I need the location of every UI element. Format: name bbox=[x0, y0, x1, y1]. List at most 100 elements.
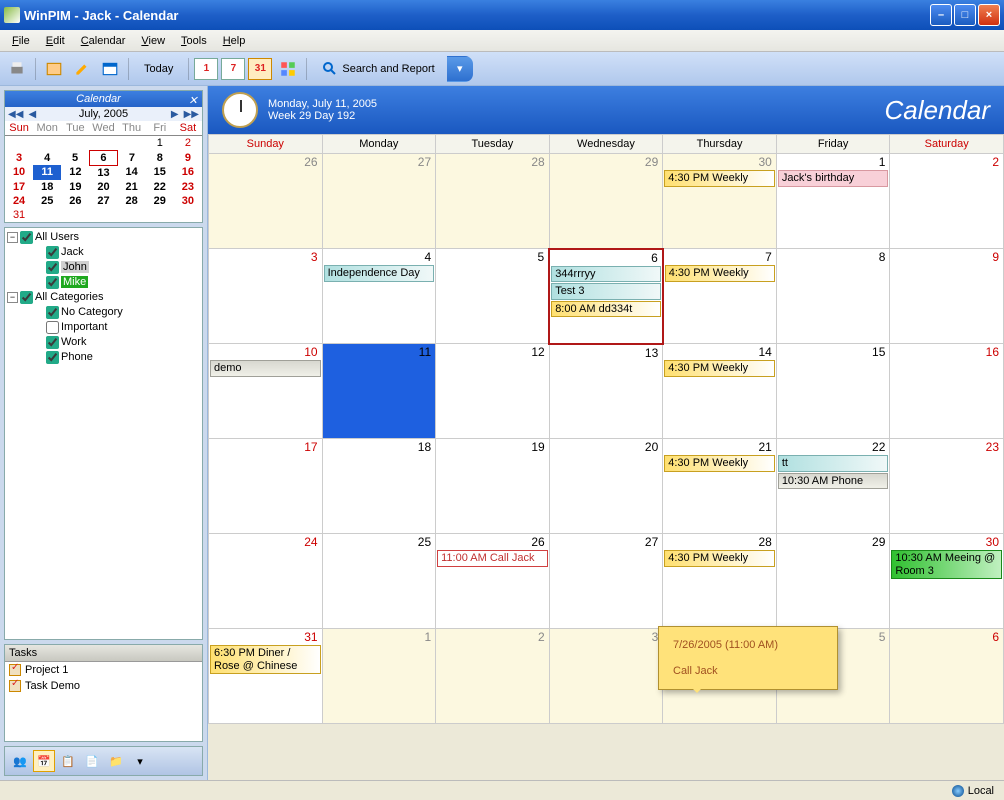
calendar-cell[interactable]: 19 bbox=[436, 439, 550, 534]
mini-calendar-grid[interactable]: SunMonTueWedThuFriSat1234567891011121314… bbox=[5, 121, 202, 222]
menu-calendar[interactable]: Calendar bbox=[73, 33, 134, 49]
calendar-cell[interactable]: 20 bbox=[549, 439, 663, 534]
mini-day[interactable]: 12 bbox=[61, 165, 89, 180]
calendar-event[interactable]: Test 3 bbox=[551, 283, 661, 300]
nav-tasks-icon[interactable]: 📋 bbox=[57, 750, 79, 772]
mini-day[interactable] bbox=[33, 136, 61, 151]
calendar-cell[interactable]: 11 bbox=[322, 344, 436, 439]
mini-day[interactable]: 3 bbox=[5, 150, 33, 165]
tree-checkbox[interactable] bbox=[20, 231, 33, 244]
mini-day[interactable]: 20 bbox=[89, 180, 117, 194]
tree-toggle[interactable]: − bbox=[7, 232, 18, 243]
calendar-cell[interactable]: 2 bbox=[436, 629, 550, 724]
calendar-event[interactable]: Independence Day bbox=[324, 265, 435, 282]
close-button[interactable]: × bbox=[978, 4, 1000, 26]
mini-day[interactable]: 30 bbox=[174, 194, 202, 208]
mini-cal-month[interactable]: July, 2005 bbox=[79, 108, 128, 120]
nav-calendar-icon[interactable]: 📅 bbox=[33, 750, 55, 772]
calendar-cell[interactable]: 27 bbox=[549, 534, 663, 629]
mini-day[interactable]: 4 bbox=[33, 150, 61, 165]
nav-contacts-icon[interactable]: 👥 bbox=[9, 750, 31, 772]
calendar-cell[interactable]: 16 bbox=[890, 344, 1004, 439]
calendar-event[interactable]: 8:00 AM dd334t bbox=[551, 301, 661, 318]
calendar-cell[interactable]: 23 bbox=[890, 439, 1004, 534]
calendar-event[interactable]: 4:30 PM Weekly bbox=[664, 550, 775, 567]
menu-help[interactable]: Help bbox=[215, 33, 254, 49]
calendar-icon[interactable] bbox=[97, 56, 123, 82]
calendar-cell[interactable]: 6 bbox=[890, 629, 1004, 724]
calendar-cell[interactable]: 29 bbox=[776, 534, 890, 629]
mini-day[interactable]: 13 bbox=[89, 165, 117, 180]
calendar-cell[interactable]: 13 bbox=[549, 344, 663, 439]
calendar-cell[interactable]: 22tt10:30 AM Phone bbox=[776, 439, 890, 534]
mini-day[interactable]: 15 bbox=[146, 165, 174, 180]
mini-day[interactable]: 2 bbox=[174, 136, 202, 151]
minimize-button[interactable]: – bbox=[930, 4, 952, 26]
mini-day[interactable]: 29 bbox=[146, 194, 174, 208]
toolbar-expand-icon[interactable]: ▾ bbox=[447, 56, 473, 82]
mini-day[interactable]: 19 bbox=[61, 180, 89, 194]
menu-file[interactable]: File bbox=[4, 33, 38, 49]
task-row[interactable]: Project 1 bbox=[5, 662, 202, 678]
mini-day[interactable] bbox=[146, 208, 174, 222]
view-week-button[interactable]: 7 bbox=[221, 58, 245, 80]
calendar-cell[interactable]: 28 bbox=[436, 154, 550, 249]
mini-day[interactable] bbox=[118, 136, 146, 151]
mini-day[interactable]: 11 bbox=[33, 165, 61, 180]
today-button[interactable]: Today bbox=[134, 57, 183, 81]
mini-day[interactable] bbox=[89, 208, 117, 222]
mini-day[interactable] bbox=[61, 136, 89, 151]
mini-day[interactable]: 23 bbox=[174, 180, 202, 194]
tree-node[interactable]: Important bbox=[7, 320, 200, 335]
calendar-event[interactable]: 4:30 PM Weekly bbox=[664, 170, 775, 187]
calendar-grid[interactable]: SundayMondayTuesdayWednesdayThursdayFrid… bbox=[208, 134, 1004, 724]
next-month-button[interactable]: ▶ bbox=[170, 109, 180, 120]
calendar-cell[interactable]: 4Independence Day bbox=[322, 249, 436, 344]
tree-checkbox[interactable] bbox=[46, 351, 59, 364]
mini-day[interactable]: 5 bbox=[61, 150, 89, 165]
calendar-cell[interactable]: 214:30 PM Weekly bbox=[663, 439, 777, 534]
menu-edit[interactable]: Edit bbox=[38, 33, 73, 49]
calendar-cell[interactable]: 24 bbox=[209, 534, 323, 629]
calendar-event[interactable]: tt bbox=[778, 455, 889, 472]
mini-day[interactable]: 28 bbox=[118, 194, 146, 208]
tree-node[interactable]: Work bbox=[7, 335, 200, 350]
tree-checkbox[interactable] bbox=[20, 291, 33, 304]
mini-day[interactable]: 10 bbox=[5, 165, 33, 180]
tree-node[interactable]: −All Users bbox=[7, 230, 200, 245]
tree-checkbox[interactable] bbox=[46, 246, 59, 259]
tree-node[interactable]: No Category bbox=[7, 305, 200, 320]
calendar-cell[interactable]: 25 bbox=[322, 534, 436, 629]
mini-day[interactable]: 26 bbox=[61, 194, 89, 208]
mini-day[interactable]: 14 bbox=[118, 165, 146, 180]
calendar-cell[interactable]: 74:30 PM Weekly bbox=[663, 249, 777, 344]
mini-day[interactable]: 18 bbox=[33, 180, 61, 194]
maximize-button[interactable]: □ bbox=[954, 4, 976, 26]
mini-day[interactable]: 27 bbox=[89, 194, 117, 208]
calendar-event[interactable]: 6:30 PM Diner / Rose @ Chinese bbox=[210, 645, 321, 674]
search-report-button[interactable]: Search and Report bbox=[312, 57, 444, 81]
calendar-cell[interactable]: 17 bbox=[209, 439, 323, 534]
calendar-event[interactable]: 10:30 AM Meeing @ Room 3 bbox=[891, 550, 1002, 579]
calendar-cell[interactable]: 26 bbox=[209, 154, 323, 249]
view-day-button[interactable]: 1 bbox=[194, 58, 218, 80]
calendar-cell[interactable]: 18 bbox=[322, 439, 436, 534]
calendar-cell[interactable]: 1 bbox=[322, 629, 436, 724]
mini-day[interactable]: 24 bbox=[5, 194, 33, 208]
calendar-cell[interactable]: 2611:00 AM Call Jack bbox=[436, 534, 550, 629]
calendar-event[interactable]: Jack's birthday bbox=[778, 170, 889, 187]
menu-tools[interactable]: Tools bbox=[173, 33, 215, 49]
tree-node[interactable]: John bbox=[7, 260, 200, 275]
calendar-cell[interactable]: 3 bbox=[549, 629, 663, 724]
mini-day[interactable]: 22 bbox=[146, 180, 174, 194]
mini-day[interactable] bbox=[174, 208, 202, 222]
pin-icon[interactable]: ✕ bbox=[188, 94, 198, 104]
prev-year-button[interactable]: ◀◀ bbox=[7, 109, 24, 120]
tree-node[interactable]: Phone bbox=[7, 350, 200, 365]
mini-day[interactable]: 8 bbox=[146, 150, 174, 165]
tree-node[interactable]: Jack bbox=[7, 245, 200, 260]
mini-day[interactable]: 25 bbox=[33, 194, 61, 208]
calendar-cell[interactable]: 29 bbox=[549, 154, 663, 249]
calendar-event[interactable]: 10:30 AM Phone bbox=[778, 473, 889, 490]
tree-node[interactable]: −All Categories bbox=[7, 290, 200, 305]
